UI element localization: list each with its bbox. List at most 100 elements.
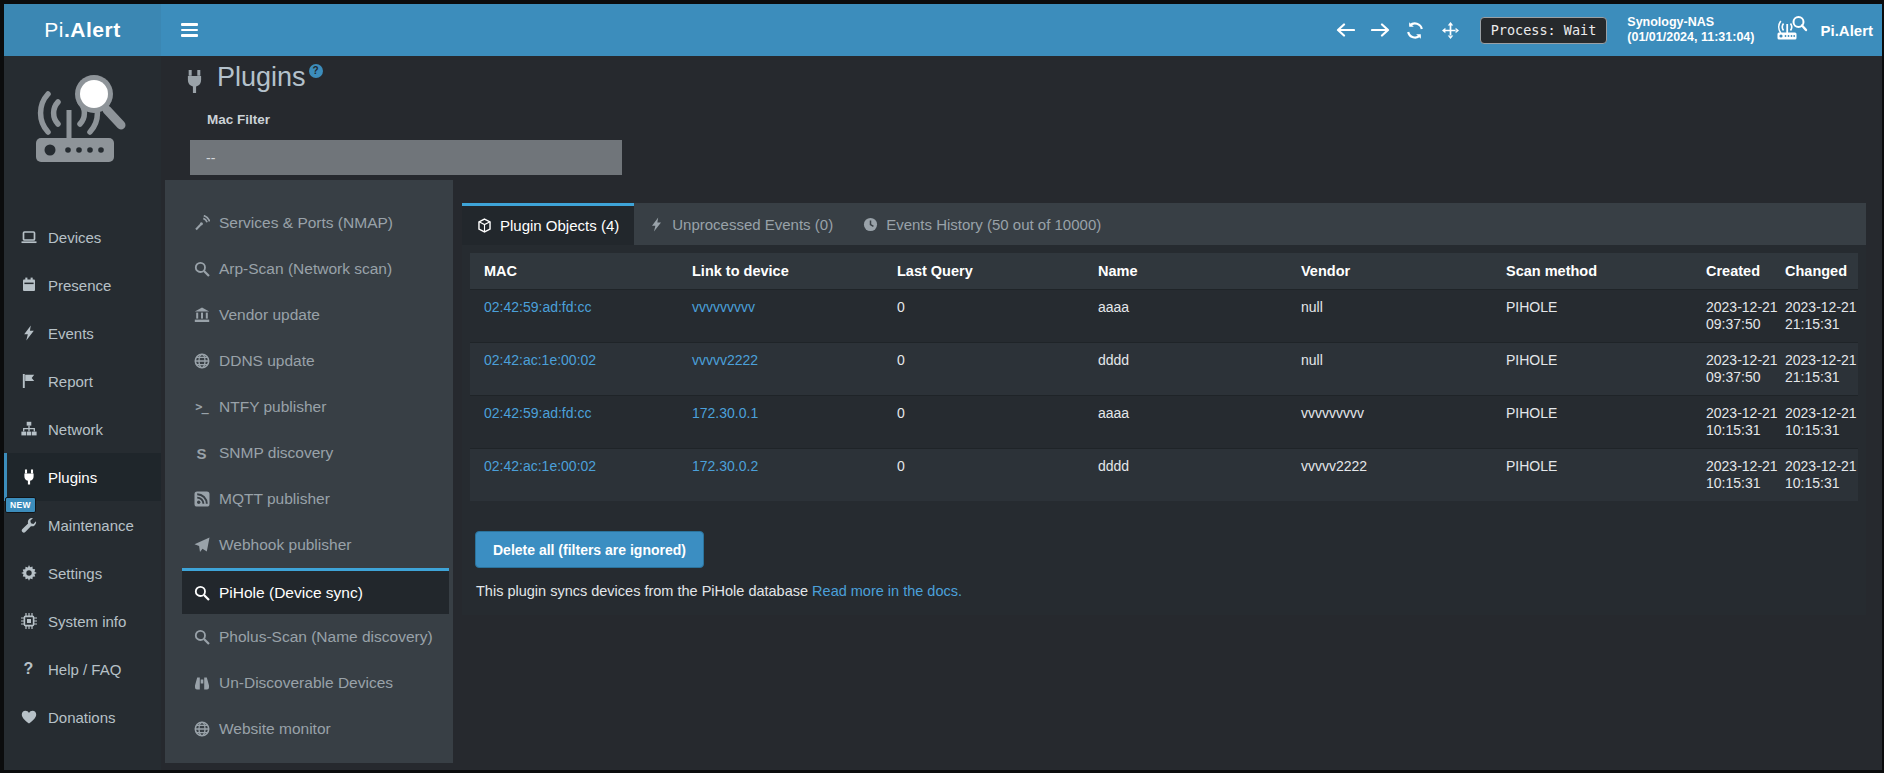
- tab-label: Plugin Objects (4): [500, 217, 619, 234]
- plugin-nav-pholus-scan[interactable]: Pholus-Scan (Name discovery): [182, 614, 449, 660]
- top-navbar: Pi.Alert Process: Wait Synology-NAS (01/…: [4, 4, 1882, 56]
- device-link[interactable]: vvvvvvvvv: [692, 299, 755, 315]
- tab-area: Plugin Objects (4) Unprocessed Events (0…: [462, 180, 1866, 763]
- plugin-nav-list: Services & Ports (NMAP) Arp-Scan (Networ…: [165, 180, 453, 763]
- app-logo[interactable]: Pi.Alert: [4, 4, 161, 56]
- mac-link[interactable]: 02:42:59:ad:fd:cc: [484, 299, 591, 315]
- sidebar-item-label: Settings: [48, 565, 102, 582]
- sidebar-item-label: Plugins: [48, 469, 97, 486]
- plugin-description: This plugin syncs devices from the PiHol…: [476, 583, 1858, 599]
- bank-icon: [193, 307, 210, 324]
- calendar-icon: [20, 277, 37, 294]
- mac-link[interactable]: 02:42:ac:1e:00:02: [484, 352, 596, 368]
- changed-cell: 2023-12-2121:15:31: [1771, 343, 1858, 396]
- sidebar-item-presence[interactable]: Presence: [4, 261, 161, 309]
- sidebar-menu: Devices Presence Events Report Network: [4, 213, 161, 741]
- description-text: This plugin syncs devices from the PiHol…: [476, 583, 808, 599]
- paper-plane-icon: [193, 537, 210, 554]
- plugin-nav-website-monitor[interactable]: Website monitor: [182, 706, 449, 752]
- sidebar-item-system-info[interactable]: System info: [4, 597, 161, 645]
- device-link[interactable]: vvvvv2222: [692, 352, 758, 368]
- plugin-nav-webhook-publisher[interactable]: Webhook publisher: [182, 522, 449, 568]
- docs-link[interactable]: Read more in the docs.: [812, 583, 962, 599]
- vendor-cell: null: [1287, 343, 1492, 396]
- sidebar-item-label: Presence: [48, 277, 111, 294]
- plugin-nav-arp-scan[interactable]: Arp-Scan (Network scan): [182, 246, 449, 292]
- app-window: Pi.Alert Process: Wait Synology-NAS (01/…: [4, 4, 1882, 770]
- col-mac[interactable]: MAC: [470, 253, 678, 290]
- new-badge: NEW: [5, 497, 36, 513]
- created-cell: 2023-12-2110:15:31: [1692, 396, 1771, 449]
- scan-method-cell: PIHOLE: [1492, 396, 1692, 449]
- plugin-objects-table: MAC Link to device Last Query Name Vendo…: [470, 253, 1858, 501]
- sidebar-item-settings[interactable]: Settings: [4, 549, 161, 597]
- gear-icon: [20, 565, 37, 582]
- plugin-nav-undiscoverable[interactable]: Un-Discoverable Devices: [182, 660, 449, 706]
- col-link[interactable]: Link to device: [678, 253, 883, 290]
- help-badge[interactable]: ?: [309, 64, 323, 78]
- changed-cell: 2023-12-2121:15:31: [1771, 290, 1858, 343]
- sidebar-item-label: Donations: [48, 709, 116, 726]
- delete-all-button[interactable]: Delete all (filters are ignored): [475, 531, 704, 568]
- s-icon: S: [193, 445, 210, 462]
- sidebar-item-label: Events: [48, 325, 94, 342]
- name-cell: aaaa: [1084, 396, 1287, 449]
- table-row: 02:42:ac:1e:00:02 172.30.0.2 0 dddd vvvv…: [470, 449, 1858, 502]
- tab-events-history[interactable]: Events History (50 out of 10000): [848, 203, 1116, 245]
- plugin-nav-mqtt-publisher[interactable]: MQTT publisher: [182, 476, 449, 522]
- binoculars-icon: [193, 675, 210, 692]
- plugin-nav-pihole[interactable]: PiHole (Device sync): [182, 568, 449, 614]
- device-link[interactable]: 172.30.0.1: [692, 405, 758, 421]
- sidebar-item-donations[interactable]: Donations: [4, 693, 161, 741]
- last-query-cell: 0: [883, 290, 1084, 343]
- mac-link[interactable]: 02:42:ac:1e:00:02: [484, 458, 596, 474]
- clock-icon: [863, 217, 878, 232]
- col-last-query[interactable]: Last Query: [883, 253, 1084, 290]
- sidebar-item-events[interactable]: Events: [4, 309, 161, 357]
- tab-plugin-objects[interactable]: Plugin Objects (4): [462, 203, 634, 245]
- col-name[interactable]: Name: [1084, 253, 1287, 290]
- col-scan-method[interactable]: Scan method: [1492, 253, 1692, 290]
- wrench-icon: [20, 517, 37, 534]
- mac-link[interactable]: 02:42:59:ad:fd:cc: [484, 405, 591, 421]
- last-query-cell: 0: [883, 343, 1084, 396]
- nav-forward-icon[interactable]: [1363, 23, 1398, 37]
- sidebar-item-devices[interactable]: Devices: [4, 213, 161, 261]
- flag-icon: [20, 373, 37, 390]
- col-created[interactable]: Created: [1692, 253, 1771, 290]
- last-query-cell: 0: [883, 396, 1084, 449]
- plugin-nav-snmp-discovery[interactable]: S SNMP discovery: [182, 430, 449, 476]
- search-icon: [193, 584, 210, 601]
- plugin-nav-ddns-update[interactable]: DDNS update: [182, 338, 449, 384]
- sidebar-item-plugins[interactable]: Plugins: [4, 453, 161, 501]
- mac-filter-input[interactable]: [190, 140, 622, 175]
- plugin-nav-ntfy-publisher[interactable]: >_ NTFY publisher: [182, 384, 449, 430]
- sidebar-item-label: Help / FAQ: [48, 661, 121, 678]
- name-cell: dddd: [1084, 449, 1287, 502]
- vendor-cell: null: [1287, 290, 1492, 343]
- plugin-nav-label: PiHole (Device sync): [219, 584, 363, 602]
- sidebar-toggle-icon[interactable]: [181, 20, 198, 39]
- plugin-nav-services-ports[interactable]: Services & Ports (NMAP): [182, 200, 449, 246]
- plugin-nav-vendor-update[interactable]: Vendor update: [182, 292, 449, 338]
- search-icon: [193, 261, 210, 278]
- col-changed[interactable]: Changed: [1771, 253, 1858, 290]
- plugin-nav-label: NTFY publisher: [219, 398, 326, 416]
- tab-unprocessed-events[interactable]: Unprocessed Events (0): [634, 203, 848, 245]
- plugin-nav-label: Arp-Scan (Network scan): [219, 260, 392, 278]
- sidebar-item-help-faq[interactable]: ? Help / FAQ: [4, 645, 161, 693]
- nav-move-icon[interactable]: [1433, 22, 1468, 39]
- nav-back-icon[interactable]: [1328, 23, 1363, 37]
- created-cell: 2023-12-2109:37:50: [1692, 343, 1771, 396]
- nav-refresh-icon[interactable]: [1398, 22, 1433, 39]
- col-vendor[interactable]: Vendor: [1287, 253, 1492, 290]
- logo-suffix: .Alert: [64, 18, 121, 42]
- tab-pane: MAC Link to device Last Query Name Vendo…: [462, 245, 1866, 615]
- pialert-mini-logo-icon: [1776, 15, 1808, 45]
- device-link[interactable]: 172.30.0.2: [692, 458, 758, 474]
- sidebar-item-report[interactable]: Report: [4, 357, 161, 405]
- sidebar-item-network[interactable]: Network: [4, 405, 161, 453]
- page-title: Plugins: [217, 62, 306, 93]
- plugin-nav-label: SNMP discovery: [219, 444, 333, 462]
- laptop-icon: [20, 229, 37, 246]
